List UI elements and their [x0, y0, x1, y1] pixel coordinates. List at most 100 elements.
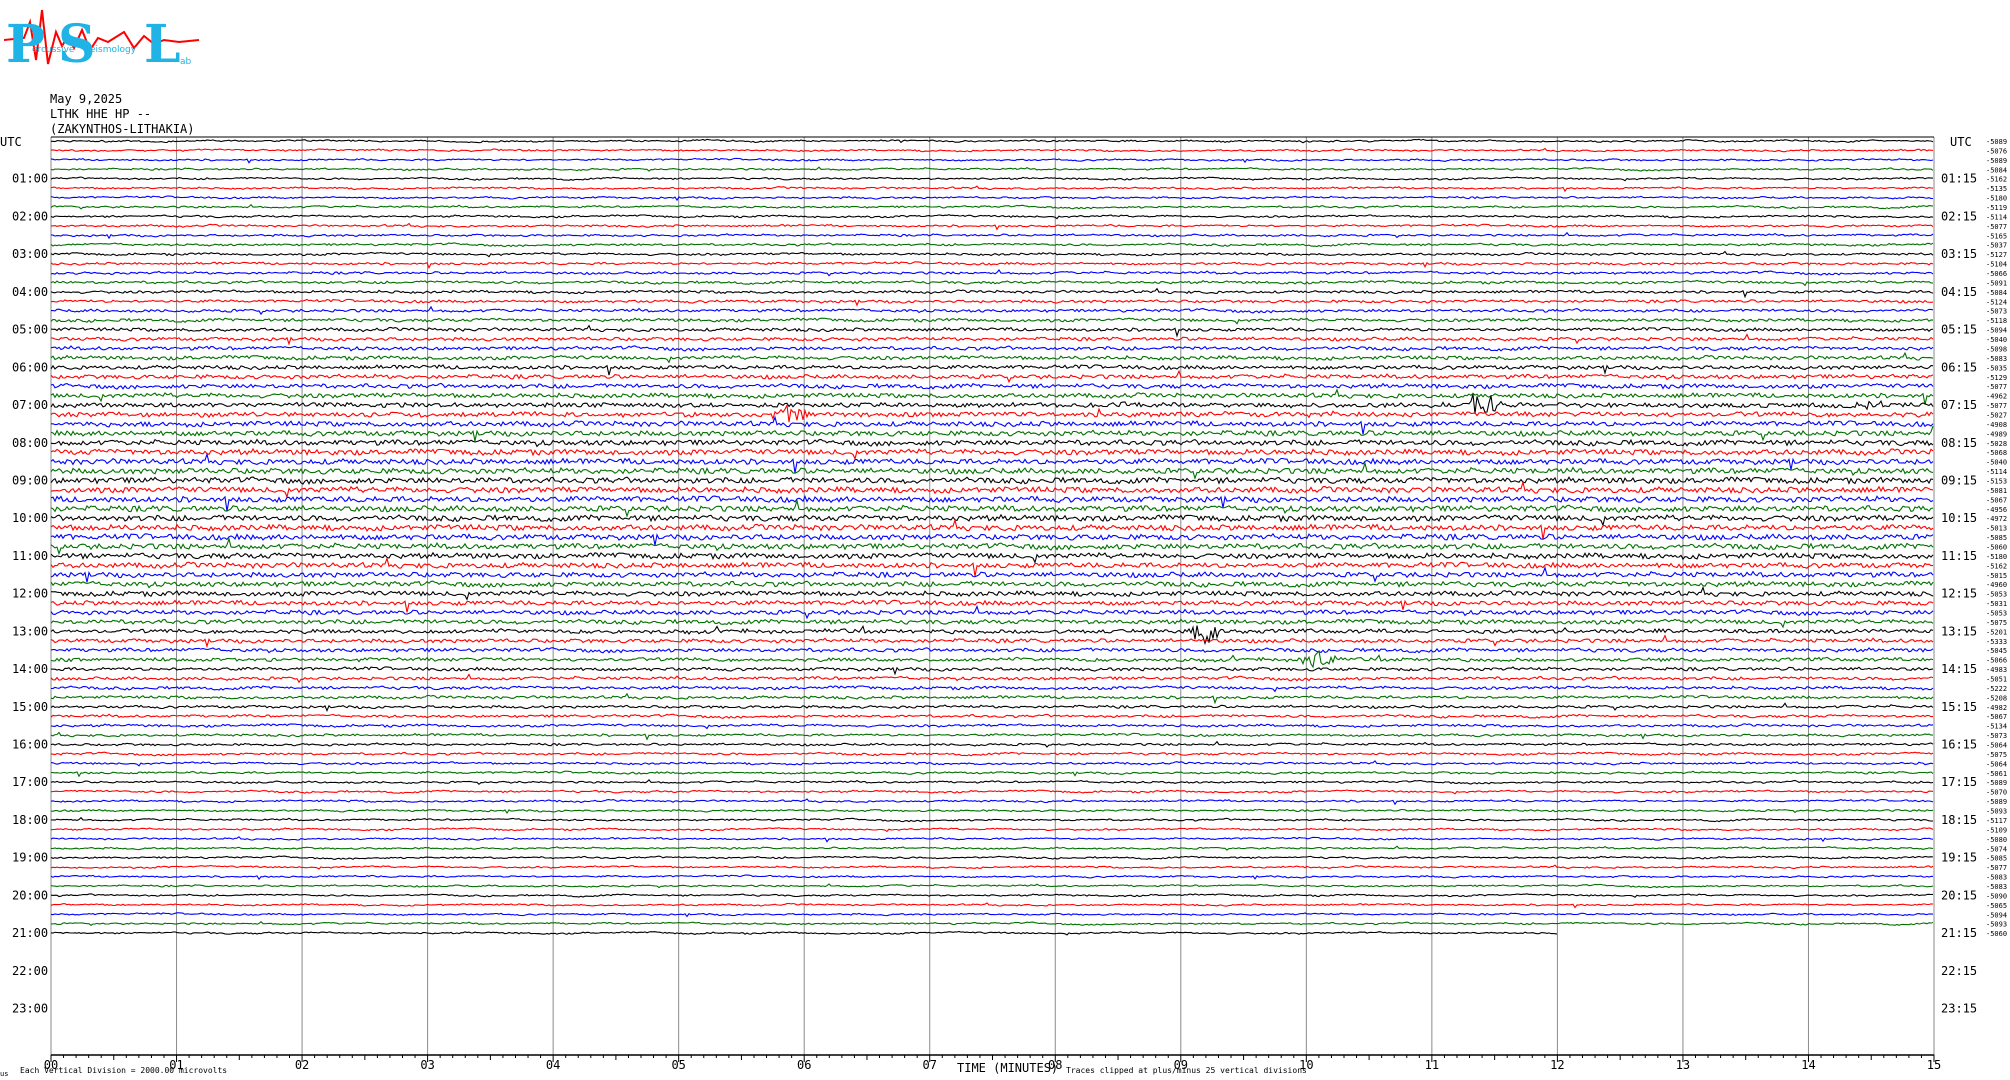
trace-offset-label: -5053	[1986, 591, 2007, 599]
seismic-trace	[50, 203, 1934, 210]
seismic-trace	[50, 261, 1934, 270]
right-hour-label: 11:15	[1941, 549, 1977, 563]
trace-offset-label: -5067	[1986, 496, 2007, 504]
right-hour-label: 05:15	[1941, 323, 1977, 337]
trace-offset-label: -5077	[1986, 402, 2007, 410]
right-hour-label: 12:15	[1941, 587, 1977, 601]
trace-offset-label: -5114	[1986, 468, 2007, 476]
right-hour-label: 23:15	[1941, 1002, 1977, 1016]
seismic-trace	[50, 279, 1934, 287]
seismic-trace	[50, 845, 1934, 851]
trace-offset-label: -5201	[1986, 628, 2007, 636]
seismic-trace	[50, 556, 1933, 577]
right-hour-label: 07:15	[1941, 398, 1977, 412]
trace-offset-label: -5064	[1986, 760, 2007, 768]
trace-offset-labels: -5089-5076-5089-5084-5162-5135-5180-5119…	[1986, 138, 2007, 938]
right-hour-label: 16:15	[1941, 738, 1977, 752]
seismic-trace	[50, 789, 1934, 795]
left-hour-label: 16:00	[12, 738, 48, 752]
seismic-trace	[51, 305, 1934, 316]
seismic-trace	[50, 364, 1934, 376]
seismic-trace	[50, 426, 1934, 442]
seismic-trace	[50, 242, 1934, 248]
seismic-trace	[50, 176, 1933, 182]
trace-offset-label: -5089	[1986, 157, 2007, 165]
trace-offset-label: -5051	[1986, 676, 2007, 684]
seismic-trace	[50, 231, 1934, 240]
left-hour-label: 11:00	[12, 549, 48, 563]
seismic-trace	[50, 369, 1934, 384]
trace-offset-label: -5081	[1986, 487, 2007, 495]
x-axis-title: TIME (MINUTES)	[957, 1061, 1058, 1075]
left-hour-label: 02:00	[12, 209, 48, 223]
seismic-trace	[50, 461, 1934, 480]
seismic-trace	[50, 480, 1934, 499]
trace-offset-label: -5073	[1986, 732, 2007, 740]
trace-offset-label: -5060	[1986, 930, 2007, 938]
right-hour-label: 14:15	[1941, 662, 1977, 676]
trace-offset-label: -5089	[1986, 798, 2007, 806]
trace-offset-label: -5135	[1986, 185, 2007, 193]
trace-offset-label: -5098	[1986, 345, 2007, 353]
seismic-trace	[50, 673, 1934, 684]
left-hour-label: 03:00	[12, 247, 48, 261]
left-hour-label: 12:00	[12, 587, 48, 601]
trace-offset-label: -5129	[1986, 374, 2007, 382]
seismic-trace	[50, 770, 1934, 778]
trace-offset-label: -5222	[1986, 685, 2007, 693]
seismic-trace	[51, 415, 1934, 435]
seismic-trace	[50, 751, 1934, 757]
trace-offset-label: -5162	[1986, 562, 2007, 570]
trace-offset-label: -5076	[1986, 147, 2007, 155]
seismic-trace	[50, 324, 1934, 338]
trace-offset-label: -5109	[1986, 826, 2007, 834]
right-hour-label: 19:15	[1941, 851, 1977, 865]
trace-offset-label: -5093	[1986, 808, 2007, 816]
left-hour-label: 08:00	[12, 436, 48, 450]
trace-offset-label: -5090	[1986, 892, 2007, 900]
seismic-trace	[50, 816, 1934, 823]
seismic-trace	[50, 438, 1934, 448]
trace-offset-label: -5074	[1986, 845, 2007, 853]
trace-offset-label: -5180	[1986, 195, 2007, 203]
seismic-trace	[50, 157, 1934, 164]
trace-offset-label: -5013	[1986, 525, 2007, 533]
seismic-trace	[50, 317, 1934, 325]
right-hour-label: 09:15	[1941, 473, 1977, 487]
trace-offset-label: -5084	[1986, 289, 2007, 297]
seismic-trace	[50, 778, 1934, 786]
trace-offset-label: -5066	[1986, 657, 2007, 665]
seismic-trace	[50, 634, 1934, 649]
seismic-trace	[50, 565, 1934, 583]
seismic-trace	[50, 287, 1934, 299]
trace-offset-label: -5040	[1986, 336, 2007, 344]
left-utc-label: UTC	[0, 135, 22, 149]
trace-offset-label: -5119	[1986, 204, 2007, 212]
left-hour-label: 23:00	[12, 1002, 48, 1016]
trace-offset-label: -5073	[1986, 308, 2007, 316]
trace-offset-label: -5080	[1986, 836, 2007, 844]
left-hour-label: 13:00	[12, 624, 48, 638]
vertical-scale-note: Each Vertical Division = 2000.00 microvo…	[20, 1066, 227, 1075]
seismic-trace	[50, 874, 1934, 881]
seismic-trace	[50, 147, 1933, 153]
trace-offset-label: -5060	[1986, 543, 2007, 551]
seismic-trace	[50, 604, 1934, 620]
trace-offset-label: -5117	[1986, 817, 2007, 825]
right-hour-label: 21:15	[1941, 926, 1977, 940]
trace-offset-label: -5089	[1986, 779, 2007, 787]
trace-offset-label: -4962	[1986, 393, 2007, 401]
seismic-trace	[50, 864, 1934, 870]
seismic-trace	[50, 836, 1934, 843]
trace-offset-label: -5084	[1986, 166, 2007, 174]
seismic-trace	[50, 808, 1934, 815]
trace-offset-label: -5040	[1986, 459, 2007, 467]
seismic-trace	[50, 382, 1934, 390]
trace-offset-label: -4908	[1986, 421, 2007, 429]
seismic-trace	[50, 250, 1934, 258]
trace-offset-label: -5035	[1986, 364, 2007, 372]
left-hour-label: 15:00	[12, 700, 48, 714]
seismic-trace	[50, 476, 1934, 485]
seismic-trace	[50, 195, 1934, 202]
seismic-trace	[50, 731, 1934, 741]
